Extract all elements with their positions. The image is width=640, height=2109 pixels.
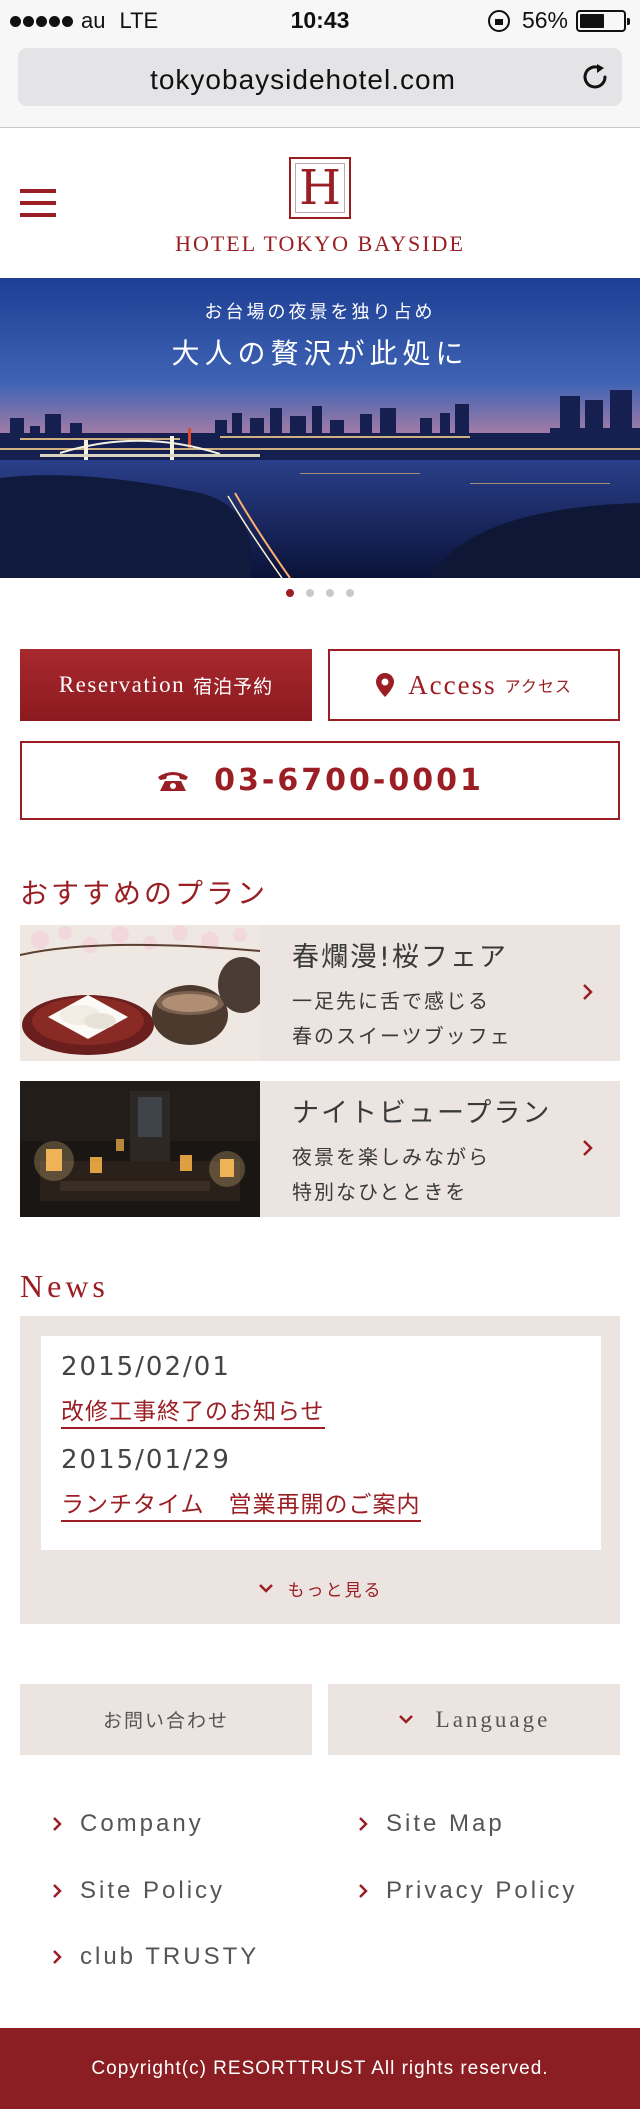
news-link[interactable]: ランチタイム 営業再開のご案内 bbox=[61, 1485, 421, 1522]
copyright-text: Copyright(c) RESORTTRUST All rights rese… bbox=[91, 2057, 549, 2079]
slider-dot-1[interactable] bbox=[286, 589, 294, 597]
logo-name[interactable]: HOTEL TOKYO BAYSIDE bbox=[0, 231, 640, 257]
footer-link-privacy-policy[interactable]: Privacy Policy bbox=[358, 1877, 577, 1905]
footer-link-label: club TRUSTY bbox=[80, 1943, 260, 1970]
footer-link-site-policy[interactable]: Site Policy bbox=[52, 1877, 225, 1905]
chevron-down-icon bbox=[398, 1714, 413, 1724]
contact-label: お問い合わせ bbox=[102, 1710, 229, 1732]
access-label-jp: アクセス bbox=[504, 677, 572, 696]
plan-description-line-2: 春のスイーツブッフェ bbox=[292, 1024, 512, 1048]
chevron-down-icon bbox=[258, 1583, 273, 1593]
footer-link-label: Site Policy bbox=[80, 1877, 226, 1904]
reload-icon[interactable] bbox=[580, 62, 610, 92]
news-link[interactable]: 改修工事終了のお知らせ bbox=[61, 1392, 325, 1429]
battery-percent: 56% bbox=[521, 7, 568, 33]
chevron-right-icon bbox=[53, 1884, 62, 1898]
slider-dot-2[interactable] bbox=[306, 589, 314, 597]
access-label: Access bbox=[408, 669, 497, 700]
footer-link-site-map[interactable]: Site Map bbox=[358, 1810, 505, 1838]
chevron-right-icon bbox=[583, 1140, 593, 1156]
chevron-right-icon bbox=[359, 1884, 368, 1898]
logo-mark[interactable]: H bbox=[289, 157, 351, 219]
access-button[interactable]: Access アクセス bbox=[328, 649, 620, 721]
chevron-right-icon bbox=[53, 1950, 62, 1964]
chevron-right-icon bbox=[583, 984, 593, 1000]
url-text[interactable]: tokyobaysidehotel.com bbox=[18, 64, 588, 96]
address-bar[interactable]: tokyobaysidehotel.com bbox=[18, 48, 622, 106]
news-more-link[interactable]: もっと見る bbox=[20, 1576, 620, 1601]
rotation-lock-icon bbox=[487, 9, 510, 32]
news-more-label: もっと見る bbox=[287, 1581, 383, 1601]
plan-image-sweets bbox=[20, 925, 260, 1061]
reservation-label-jp: 宿泊予約 bbox=[193, 675, 274, 698]
reservation-button[interactable]: Reservation 宿泊予約 bbox=[20, 649, 312, 721]
plan-description-line-1: 一足先に舌で感じる bbox=[292, 989, 490, 1013]
news-date: 2015/02/01 bbox=[61, 1352, 231, 1382]
news-date: 2015/01/29 bbox=[61, 1445, 231, 1475]
plan-card-night-view[interactable]: ナイトビュープラン 夜景を楽しみながら 特別なひとときを bbox=[20, 1081, 620, 1217]
status-right: 56% bbox=[487, 7, 630, 34]
map-pin-icon bbox=[376, 673, 395, 697]
plan-name: ナイトビュープラン bbox=[292, 1098, 552, 1129]
language-selector[interactable]: Language bbox=[328, 1684, 620, 1755]
slider-pagination bbox=[0, 589, 640, 597]
plan-image-lounge bbox=[20, 1081, 260, 1217]
footer-link-label: Company bbox=[80, 1810, 204, 1837]
news-panel: 2015/02/01 改修工事終了のお知らせ 2015/01/29 ランチタイム… bbox=[20, 1316, 620, 1624]
hero-subtitle: お台場の夜景を独り占め bbox=[204, 302, 436, 323]
plan-card-sakura[interactable]: 春爛漫!桜フェア 一足先に舌で感じる 春のスイーツブッフェ bbox=[20, 925, 620, 1061]
status-bar: au LTE 10:43 56% bbox=[0, 0, 640, 40]
news-heading: News bbox=[20, 1268, 109, 1304]
hero-slider[interactable]: お台場の夜景を独り占め 大人の贅沢が此処に bbox=[0, 278, 640, 578]
copyright-bar: Copyright(c) RESORTTRUST All rights rese… bbox=[0, 2028, 640, 2109]
plan-name: 春爛漫!桜フェア bbox=[292, 942, 508, 973]
slider-dot-4[interactable] bbox=[346, 589, 354, 597]
hamburger-menu-icon[interactable] bbox=[20, 189, 56, 217]
phone-icon bbox=[158, 771, 189, 791]
plan-description-line-1: 夜景を楽しみながら bbox=[292, 1145, 490, 1169]
phone-call-button[interactable]: 03-6700-0001 bbox=[20, 741, 620, 820]
hero-title: 大人の贅沢が此処に bbox=[171, 337, 469, 370]
reservation-label: Reservation bbox=[58, 672, 186, 697]
footer-link-label: Site Map bbox=[386, 1810, 505, 1837]
footer-link-company[interactable]: Company bbox=[52, 1810, 204, 1838]
chevron-right-icon bbox=[53, 1817, 62, 1831]
chevron-right-icon bbox=[359, 1817, 368, 1831]
logo-letter: H bbox=[299, 160, 341, 216]
battery-icon bbox=[576, 9, 630, 32]
slider-dot-3[interactable] bbox=[326, 589, 334, 597]
footer-link-club-trusty[interactable]: club TRUSTY bbox=[52, 1943, 259, 1971]
site-header: H HOTEL TOKYO BAYSIDE bbox=[0, 129, 640, 278]
contact-button[interactable]: お問い合わせ bbox=[20, 1684, 312, 1755]
language-label: Language bbox=[435, 1706, 551, 1732]
plan-description-line-2: 特別なひとときを bbox=[292, 1180, 468, 1204]
plans-heading: おすすめのプラン bbox=[20, 877, 269, 910]
browser-toolbar: tokyobaysidehotel.com bbox=[0, 40, 640, 128]
phone-number: 03-6700-0001 bbox=[214, 763, 484, 798]
footer-link-label: Privacy Policy bbox=[386, 1877, 578, 1904]
news-list: 2015/02/01 改修工事終了のお知らせ 2015/01/29 ランチタイム… bbox=[41, 1336, 601, 1550]
